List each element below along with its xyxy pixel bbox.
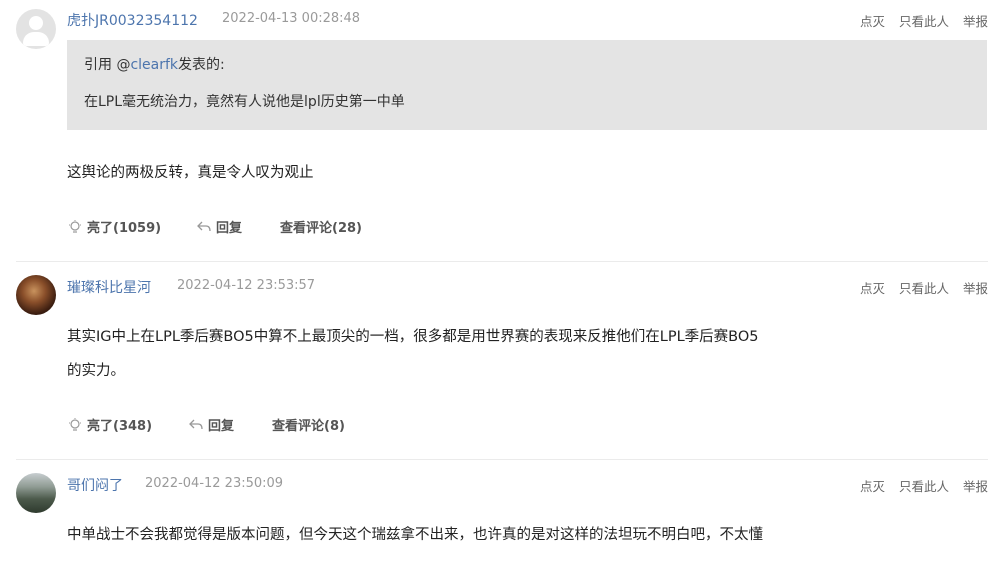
post-time: 2022-04-12 23:53:57 [177,278,316,293]
like-button[interactable]: 亮了(348) [67,415,152,434]
reply-ops: 点灭 只看此人 举报 [850,11,988,30]
reply-ops: 点灭 只看此人 举报 [850,476,988,495]
dislike-button[interactable]: 点灭 [860,281,885,296]
reply-content: 中单战士不会我都觉得是版本问题，但今天这个瑞兹拿不出来，也许真的是对这样的法坦玩… [67,518,763,552]
report-button[interactable]: 举报 [963,14,988,29]
quote-block: 引用 @clearfk发表的: 在LPL毫无统治力，竟然有人说他是lpl历史第一… [67,40,987,130]
content-line: 的实力。 [67,363,125,379]
reply-item: 璀璨科比星河 2022-04-12 23:53:57 点灭 只看此人 举报 其实… [0,262,1000,460]
post-time: 2022-04-12 23:50:09 [145,476,284,491]
reply-button[interactable]: 回复 [188,415,234,434]
quote-suffix: 发表的: [178,57,225,73]
quote-prefix: 引用 @ [84,57,131,73]
post-time: 2022-04-13 00:28:48 [222,11,361,26]
like-count: 亮了(348) [87,419,153,434]
quote-text: 在LPL毫无统治力，竟然有人说他是lpl历史第一中单 [84,94,405,110]
avatar[interactable] [16,275,56,315]
dislike-button[interactable]: 点灭 [860,479,885,494]
username[interactable]: 璀璨科比星河 [67,277,151,297]
reply-arrow-icon [197,221,211,231]
reply-content: 其实IG中上在LPL季后赛BO5中算不上最顶尖的一档，很多都是用世界赛的表现来反… [67,320,758,388]
reply-content: 这舆论的两极反转，真是令人叹为观止 [67,156,314,190]
view-comments-label: 查看评论(28) [280,221,362,236]
username[interactable]: 虎扑JR0032354112 [67,10,198,30]
quote-mention-link[interactable]: clearfk [130,57,178,73]
only-this-user-button[interactable]: 只看此人 [899,14,949,29]
default-avatar-body [23,32,49,46]
quote-header: 引用 @clearfk发表的: [84,54,225,74]
lightbulb-icon [69,219,81,233]
report-button[interactable]: 举报 [963,479,988,494]
like-count: 亮了(1059) [87,221,162,236]
avatar[interactable] [16,473,56,513]
content-line: 其实IG中上在LPL季后赛BO5中算不上最顶尖的一档，很多都是用世界赛的表现来反… [67,329,759,345]
dislike-button[interactable]: 点灭 [860,14,885,29]
lightbulb-icon [69,417,81,431]
view-comments-button[interactable]: 查看评论(8) [272,415,345,434]
only-this-user-button[interactable]: 只看此人 [899,479,949,494]
username[interactable]: 哥们闷了 [67,475,123,495]
reply-label: 回复 [208,419,235,434]
reply-item: 哥们闷了 2022-04-12 23:50:09 点灭 只看此人 举报 中单战士… [0,460,1000,562]
reply-ops: 点灭 只看此人 举报 [850,278,988,297]
reply-label: 回复 [216,221,243,236]
report-button[interactable]: 举报 [963,281,988,296]
reply-item: 虎扑JR0032354112 2022-04-13 00:28:48 点灭 只看… [0,0,1000,262]
reply-arrow-icon [189,419,203,429]
view-comments-label: 查看评论(8) [272,419,345,434]
only-this-user-button[interactable]: 只看此人 [899,281,949,296]
avatar[interactable] [16,9,56,49]
reply-button[interactable]: 回复 [196,217,242,236]
like-button[interactable]: 亮了(1059) [67,217,161,236]
view-comments-button[interactable]: 查看评论(28) [280,217,362,236]
content-line: 这舆论的两极反转，真是令人叹为观止 [67,165,314,181]
content-line: 中单战士不会我都觉得是版本问题，但今天这个瑞兹拿不出来，也许真的是对这样的法坦玩… [67,527,763,543]
default-avatar-head [29,16,43,30]
